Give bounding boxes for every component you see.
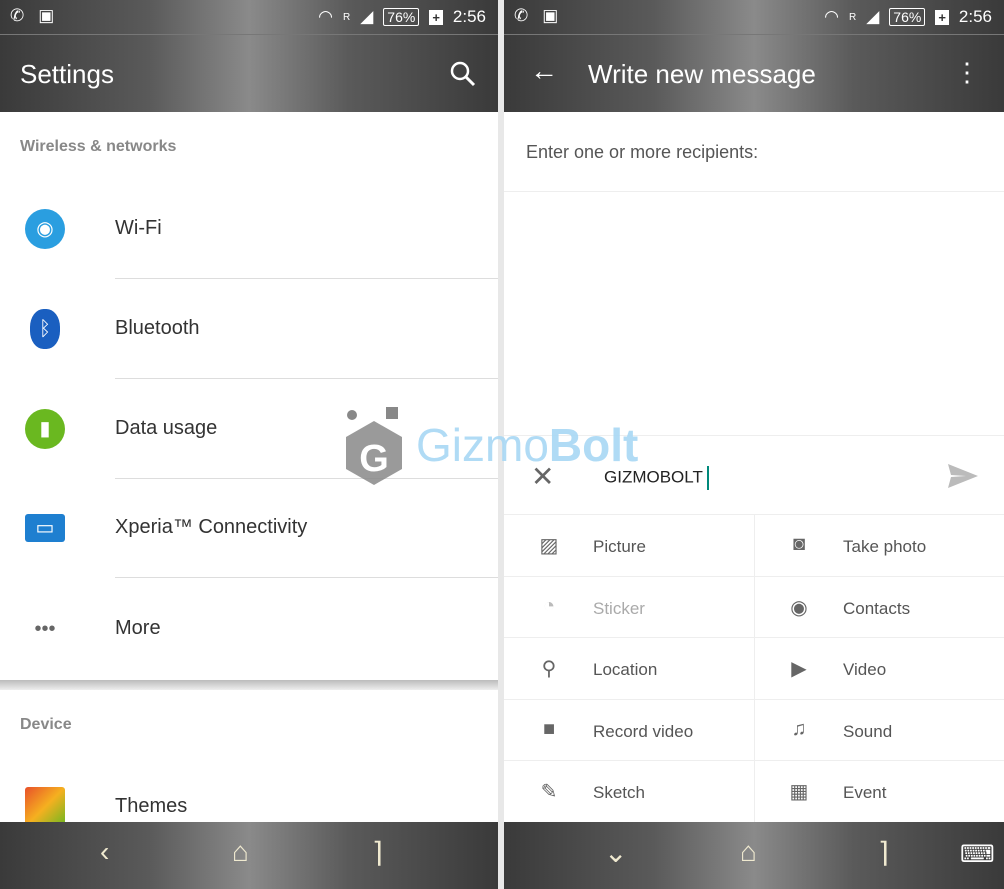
gallery-icon: ▣ [542, 6, 559, 25]
home-icon[interactable]: ⌂ [740, 836, 757, 868]
wifi-icon: ◉ [25, 209, 65, 249]
divider [115, 577, 498, 578]
recipients-input[interactable]: Enter one or more recipients: [504, 112, 1004, 192]
overflow-menu-icon[interactable]: ⋮ [954, 57, 980, 88]
compose-screen: ✆ ▣ ◠ R ◢ 76% +2:56 ← Write new message ⋮ Ent… [504, 0, 1004, 889]
location-icon: ⚲ [541, 658, 557, 680]
search-icon[interactable] [450, 61, 476, 87]
message-input[interactable]: GIZMOBOLT [604, 466, 709, 490]
attach-record-video[interactable]: ■ Record video [504, 700, 754, 761]
sticker-icon: ◔ [542, 594, 556, 617]
charging-icon: + [935, 9, 949, 25]
attach-label: Sticker [593, 598, 645, 618]
cell-signal-icon: ◢ [360, 7, 374, 26]
navigation-bar: ‹ ⌂ ⌉ [0, 822, 498, 889]
attach-label: Record video [593, 721, 694, 741]
contacts-icon: ◉ [790, 596, 808, 619]
attach-picture[interactable]: ▨ Picture [504, 515, 754, 577]
attach-event[interactable]: ▦ Event [754, 761, 1004, 823]
cell-signal-icon: ◢ [866, 7, 880, 26]
settings-item-xperia-connectivity[interactable]: ▭ Xperia™ Connectivity [0, 478, 498, 578]
attach-sound[interactable]: ♫ Sound [754, 700, 1004, 761]
item-label: Data usage [115, 417, 218, 439]
settings-item-bluetooth[interactable]: ᛒ Bluetooth [0, 279, 498, 379]
attach-label: Picture [593, 537, 646, 556]
recent-apps-icon[interactable]: ⌉ [878, 836, 889, 869]
wifi-signal-icon: ◠ [318, 7, 333, 26]
charging-icon: + [429, 9, 443, 25]
settings-screen: ✆ ▣ ◠ R ◢ 76% +2:56 Settings Wireless & netwo… [0, 0, 498, 889]
item-label: Wi-Fi [115, 217, 162, 239]
bluetooth-icon: ᛒ [30, 309, 60, 349]
page-title: Write new message [588, 59, 816, 89]
send-icon[interactable] [948, 464, 978, 488]
back-arrow-icon[interactable]: ← [530, 55, 558, 87]
status-bar: ✆ ▣ ◠ R ◢ 76% +2:56 [0, 0, 498, 35]
message-text: GIZMOBOLT [604, 467, 703, 487]
item-label: Themes [115, 795, 188, 817]
roaming-indicator: R [342, 11, 351, 23]
attach-sticker[interactable]: ◔ Sticker [504, 577, 754, 638]
item-label: Xperia™ Connectivity [115, 516, 308, 538]
attach-take-photo[interactable]: ◙ Take photo [754, 515, 1004, 577]
item-label: More [115, 617, 161, 639]
battery-level: 76% [889, 8, 926, 26]
recent-apps-icon[interactable]: ⌉ [372, 836, 383, 869]
text-cursor [706, 466, 709, 490]
attach-sketch[interactable]: ✎ Sketch [504, 761, 754, 823]
xperia-connectivity-icon: ▭ [25, 514, 65, 542]
section-header: Device [20, 716, 72, 733]
hide-keyboard-icon[interactable]: ⌄ [604, 836, 627, 869]
picture-icon: ▨ [539, 535, 559, 557]
attach-label: Video [843, 660, 887, 679]
attach-video[interactable]: ▶ Video [754, 638, 1004, 700]
attach-contacts[interactable]: ◉ Contacts [754, 577, 1004, 638]
keyboard-icon[interactable]: ⌨ [960, 840, 995, 869]
settings-item-wifi[interactable]: ◉ Wi-Fi [0, 179, 498, 279]
attach-label: Event [843, 783, 887, 802]
sketch-icon: ✎ [540, 781, 558, 803]
clock: 2:56 [452, 7, 486, 26]
data-usage-icon: ▮ [25, 409, 65, 449]
item-label: Bluetooth [115, 317, 200, 339]
section-shadow [0, 680, 498, 690]
close-icon[interactable]: ✕ [531, 460, 554, 493]
status-bar: ✆ ▣ ◠ R ◢ 76% +2:56 [504, 0, 1004, 35]
camera-icon: ◙ [792, 533, 806, 555]
attach-label: Location [593, 660, 658, 679]
roaming-indicator: R [848, 11, 857, 23]
video-icon: ▶ [791, 658, 807, 680]
compose-bar: ✕ GIZMOBOLT [504, 435, 1004, 515]
battery-level: 76% [383, 8, 420, 26]
gallery-icon: ▣ [38, 6, 55, 25]
app-bar: ← Write new message ⋮ [504, 35, 1004, 112]
attach-label: Sketch [593, 783, 645, 802]
home-icon[interactable]: ⌂ [232, 836, 249, 868]
clock: 2:56 [958, 7, 992, 26]
themes-icon [25, 787, 65, 827]
attach-location[interactable]: ⚲ Location [504, 638, 754, 700]
page-title: Settings [20, 59, 114, 89]
back-nav-icon[interactable]: ‹ [100, 836, 109, 868]
whatsapp-icon: ✆ [514, 6, 529, 25]
settings-item-data-usage[interactable]: ▮ Data usage [0, 379, 498, 479]
settings-item-more[interactable]: ••• More [0, 579, 498, 679]
app-bar: Settings [0, 35, 498, 112]
whatsapp-icon: ✆ [10, 6, 25, 25]
more-icon: ••• [34, 618, 56, 640]
attach-label: Take photo [843, 537, 927, 556]
event-icon: ▦ [789, 781, 809, 803]
section-header: Wireless & networks [20, 138, 177, 155]
attach-label: Contacts [843, 598, 911, 618]
attach-label: Sound [843, 721, 893, 741]
recipients-placeholder: Enter one or more recipients: [526, 142, 759, 162]
record-video-icon: ■ [542, 717, 556, 740]
navigation-bar: ⌄ ⌂ ⌉ ⌨ [504, 822, 1004, 889]
sound-icon: ♫ [791, 717, 807, 740]
wifi-signal-icon: ◠ [824, 7, 839, 26]
